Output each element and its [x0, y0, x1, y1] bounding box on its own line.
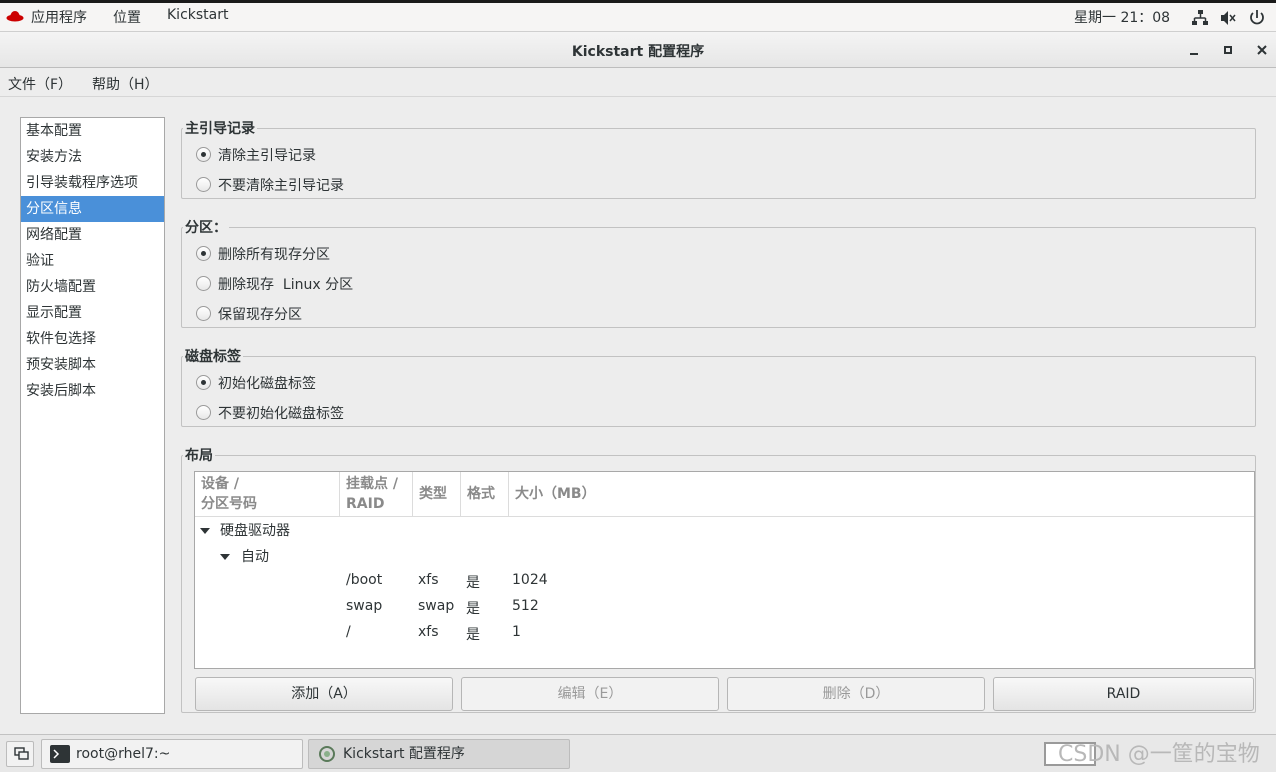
sidebar-item-display[interactable]: 显示配置 — [21, 300, 164, 326]
radio-label: 不要初始化磁盘标签 — [218, 406, 344, 422]
file-menu[interactable]: 文件（F） — [8, 74, 72, 94]
cell-size: 512 — [512, 598, 539, 614]
window-title: Kickstart 配置程序 — [571, 44, 705, 60]
sidebar-item-network[interactable]: 网络配置 — [21, 222, 164, 248]
cell-mount: / — [346, 624, 351, 640]
sidebar-item-post-script[interactable]: 安装后脚本 — [21, 378, 164, 404]
sidebar-item-auth[interactable]: 验证 — [21, 248, 164, 274]
radio-label: 保留现存分区 — [218, 307, 302, 323]
sidebar-item-partition[interactable]: 分区信息 — [21, 196, 164, 222]
network-icon[interactable] — [1191, 9, 1209, 27]
window-titlebar[interactable]: Kickstart 配置程序 — [0, 32, 1276, 68]
sidebar-item-basic[interactable]: 基本配置 — [21, 118, 164, 144]
cell-format: 是 — [466, 601, 480, 617]
tree-node-harddrives[interactable]: 硬盘驱动器 — [220, 520, 290, 540]
expander-down-icon[interactable] — [200, 528, 210, 534]
applications-menu[interactable]: 应用程序 — [31, 7, 87, 27]
radio-button[interactable] — [196, 147, 211, 162]
layout-title: 布局 — [183, 445, 215, 465]
radio-button[interactable] — [196, 276, 211, 291]
maximize-button[interactable] — [1218, 40, 1238, 60]
cell-format: 是 — [466, 627, 480, 643]
add-button[interactable]: 添加（A） — [195, 677, 453, 711]
power-icon[interactable] — [1248, 9, 1266, 27]
redhat-logo-icon — [6, 10, 24, 22]
raid-button[interactable]: RAID — [993, 677, 1254, 711]
disklabel-title: 磁盘标签 — [183, 346, 243, 366]
sidebar-item-firewall[interactable]: 防火墙配置 — [21, 274, 164, 300]
sidebar: 基本配置 安装方法 引导装载程序选项 分区信息 网络配置 验证 防火墙配置 显示… — [20, 117, 165, 714]
sidebar-item-install-method[interactable]: 安装方法 — [21, 144, 164, 170]
cell-format: 是 — [466, 575, 480, 591]
sidebar-item-bootloader[interactable]: 引导装载程序选项 — [21, 170, 164, 196]
mbr-title: 主引导记录 — [183, 118, 257, 138]
cell-type: swap — [418, 598, 455, 614]
column-header-size[interactable]: 大小（MB） — [509, 472, 1254, 517]
delete-button[interactable]: 删除（D） — [727, 677, 985, 711]
column-header-device[interactable]: 设备 / 分区号码 — [195, 472, 340, 517]
cell-mount: swap — [346, 598, 383, 614]
radio-label: 不要清除主引导记录 — [218, 178, 344, 194]
cell-type: xfs — [418, 624, 439, 640]
partition-table[interactable]: 设备 / 分区号码 挂载点 / RAID 类型 格式 大小（MB） 硬盘驱动器 … — [194, 471, 1255, 669]
taskbar-item-terminal[interactable]: root@rhel7:~ — [41, 739, 303, 769]
radio-button[interactable] — [196, 306, 211, 321]
sidebar-item-packages[interactable]: 软件包选择 — [21, 326, 164, 352]
taskbar-item-kickstart[interactable]: Kickstart 配置程序 — [308, 739, 570, 769]
radio-label: 删除现存 Linux 分区 — [218, 277, 354, 293]
radio-button[interactable] — [196, 246, 211, 261]
radio-button[interactable] — [196, 375, 211, 390]
cell-size: 1 — [512, 624, 521, 640]
minimize-button[interactable] — [1184, 40, 1204, 60]
top-panel: 应用程序 位置 Kickstart 星期一 21：08 — [0, 0, 1276, 32]
tree-node-auto[interactable]: 自动 — [241, 546, 269, 566]
sidebar-item-pre-script[interactable]: 预安装脚本 — [21, 352, 164, 378]
cell-type: xfs — [418, 572, 439, 588]
watermark: CSDN @一筐的宝物 — [1058, 742, 1260, 767]
taskbar-label: root@rhel7:~ — [76, 746, 171, 762]
partition-title: 分区： — [183, 217, 229, 237]
close-button[interactable] — [1252, 40, 1272, 60]
edit-button[interactable]: 编辑（E） — [461, 677, 719, 711]
show-desktop-icon[interactable] — [6, 741, 34, 767]
column-header-mount[interactable]: 挂载点 / RAID — [340, 472, 413, 517]
cell-mount: /boot — [346, 572, 383, 588]
expander-down-icon[interactable] — [220, 554, 230, 560]
column-header-format[interactable]: 格式 — [461, 472, 509, 517]
radio-label: 初始化磁盘标签 — [218, 376, 316, 392]
radio-label: 删除所有现存分区 — [218, 247, 330, 263]
column-header-type[interactable]: 类型 — [413, 472, 461, 517]
terminal-icon — [50, 745, 70, 763]
volume-icon[interactable] — [1219, 9, 1237, 27]
menubar: 文件（F） 帮助（H） — [0, 69, 1276, 97]
radio-button[interactable] — [196, 405, 211, 420]
clock[interactable]: 星期一 21：08 — [1074, 7, 1170, 27]
kickstart-app-icon — [317, 745, 337, 763]
taskbar-label: Kickstart 配置程序 — [343, 746, 465, 762]
help-menu[interactable]: 帮助（H） — [92, 74, 159, 94]
cell-size: 1024 — [512, 572, 548, 588]
active-app-menu[interactable]: Kickstart — [167, 7, 228, 23]
places-menu[interactable]: 位置 — [113, 7, 141, 27]
radio-label: 清除主引导记录 — [218, 148, 316, 164]
radio-button[interactable] — [196, 177, 211, 192]
